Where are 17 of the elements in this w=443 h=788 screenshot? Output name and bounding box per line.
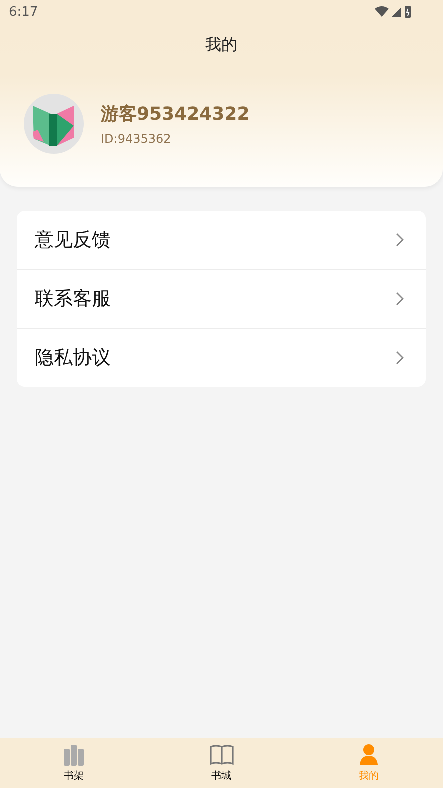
tab[interactable]: 书架 [0, 738, 148, 788]
status-time: 6:17 [9, 4, 38, 20]
page-title: 我的 [204, 35, 238, 56]
person-icon [359, 744, 380, 766]
tab[interactable]: 书城 [148, 738, 296, 788]
chevron-right-icon [396, 351, 404, 365]
user-id: ID:9435362 [101, 132, 172, 146]
chevron-right-icon [396, 292, 404, 306]
chevron-right-icon [396, 233, 404, 247]
menu-item[interactable]: 隐私协议 [17, 328, 426, 387]
menu-item[interactable]: 联系客服 [17, 269, 426, 328]
menu-item[interactable]: 意见反馈 [17, 211, 426, 269]
avatar-icon [24, 94, 84, 154]
user-name: 游客953424322 [101, 103, 250, 126]
books-icon [62, 744, 85, 766]
open-book-icon [210, 744, 234, 766]
status-icons [375, 5, 413, 19]
